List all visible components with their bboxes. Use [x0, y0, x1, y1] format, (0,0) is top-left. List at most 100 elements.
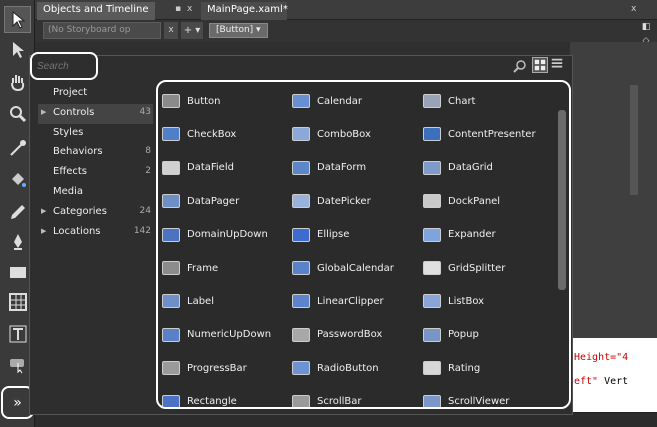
expand-arrow-icon[interactable]: ▶: [41, 104, 46, 121]
asset-checkbox[interactable]: CheckBox: [162, 124, 236, 144]
asset-scrollbar[interactable]: ScrollBar: [292, 392, 362, 407]
asset-grid-scrollbar[interactable]: [558, 110, 566, 290]
new-storyboard-button[interactable]: + ▾: [181, 22, 203, 39]
grid-layout-icon[interactable]: [4, 288, 31, 315]
pin-icon[interactable]: ▪: [175, 4, 181, 14]
close-panel-icon[interactable]: x: [187, 4, 192, 14]
asset-frame[interactable]: Frame: [162, 258, 218, 278]
direct-selection-tool-icon[interactable]: [4, 36, 31, 63]
category-label: Controls: [53, 106, 95, 118]
code-line-1: Height="4: [574, 352, 629, 363]
asset-expander[interactable]: Expander: [423, 225, 496, 245]
asset-chart[interactable]: Chart: [423, 91, 475, 111]
storyboard-picker[interactable]: (No Storyboard op: [43, 22, 161, 39]
asset-datapager[interactable]: DataPager: [162, 191, 239, 211]
double-chevron-right-icon: »: [13, 394, 22, 411]
tab-objects-and-timeline[interactable]: Objects and Timeline: [37, 2, 155, 20]
asset-datafield[interactable]: DataField: [162, 158, 234, 178]
frame-icon: [162, 261, 180, 275]
design-view-icon[interactable]: ◧: [639, 20, 653, 34]
expand-arrow-icon[interactable]: ▶: [41, 223, 46, 240]
asset-label: DataForm: [317, 162, 367, 174]
asset-domainupdown[interactable]: DomainUpDown: [162, 225, 268, 245]
asset-label: DataGrid: [448, 162, 493, 174]
popup-icon: [423, 327, 441, 342]
xaml-code-editor[interactable]: Height="4 eft" Vert: [572, 338, 657, 418]
asset-numericupdown[interactable]: NumericUpDown: [162, 325, 271, 345]
category-label: Media: [53, 185, 84, 197]
asset-passwordbox[interactable]: PasswordBox: [292, 325, 382, 345]
expand-arrow-icon[interactable]: ▶: [41, 203, 46, 220]
domainupdown-icon: [162, 227, 180, 242]
numericupdown-icon: [162, 327, 180, 342]
selection-tool-icon[interactable]: [4, 6, 31, 33]
asset-popup[interactable]: Popup: [423, 325, 479, 345]
designer-scrollbar[interactable]: [630, 85, 638, 195]
eyedropper-icon[interactable]: [4, 134, 31, 161]
category-behaviors[interactable]: Behaviors 8: [38, 143, 153, 163]
grid-view-toggle-icon[interactable]: [532, 57, 548, 73]
rating-icon: [423, 361, 441, 376]
category-project[interactable]: Project: [38, 84, 153, 104]
asset-dockpanel[interactable]: DockPanel: [423, 191, 500, 211]
design-surface[interactable]: [570, 42, 657, 382]
asset-label: ScrollViewer: [448, 396, 510, 408]
rectangle-tool-icon[interactable]: [4, 258, 31, 285]
radiobutton-icon: [292, 361, 310, 376]
list-view-toggle-icon[interactable]: [550, 57, 566, 73]
tab-mainpage-xaml[interactable]: MainPage.xaml*: [201, 2, 288, 20]
search-bar[interactable]: [98, 58, 556, 74]
breadcrumb-button[interactable]: [Button] ▾: [209, 23, 268, 38]
pan-hand-icon[interactable]: [4, 68, 31, 95]
asset-label: Rectangle: [187, 396, 237, 408]
asset-button[interactable]: Button: [162, 91, 221, 111]
pencil-icon[interactable]: [4, 198, 31, 225]
category-label: Styles: [53, 126, 84, 138]
asset-rectangle[interactable]: Rectangle: [162, 392, 237, 408]
close-document-icon[interactable]: x: [631, 4, 636, 14]
asset-scrollviewer[interactable]: ScrollViewer: [423, 392, 510, 408]
asset-datepicker[interactable]: DatePicker: [292, 191, 371, 211]
category-locations[interactable]: ▶ Locations 142: [38, 223, 153, 243]
text-tool-icon[interactable]: [4, 320, 31, 347]
asset-listbox[interactable]: ListBox: [423, 291, 484, 311]
pen-icon[interactable]: [4, 228, 31, 255]
asset-dataform[interactable]: DataForm: [292, 158, 366, 178]
asset-gridsplitter[interactable]: GridSplitter: [423, 258, 505, 278]
asset-combobox[interactable]: ComboBox: [292, 124, 371, 144]
asset-linearclipper[interactable]: LinearClipper: [292, 291, 384, 311]
listbox-icon: [423, 294, 441, 309]
asset-datagrid[interactable]: DataGrid: [423, 158, 493, 178]
category-label: Project: [53, 87, 88, 98]
category-effects[interactable]: Effects 2: [38, 163, 153, 183]
tab-label: MainPage.xaml*: [207, 4, 288, 15]
asset-label: DockPanel: [448, 195, 501, 207]
category-controls[interactable]: ▶ Controls 43: [38, 103, 153, 124]
search-input[interactable]: [30, 52, 98, 80]
asset-rating[interactable]: Rating: [423, 358, 480, 378]
datagrid-icon: [423, 160, 441, 175]
asset-calendar[interactable]: Calendar: [292, 91, 362, 111]
asset-label[interactable]: Label: [162, 291, 214, 311]
asset-label: Rating: [448, 362, 481, 374]
paint-bucket-icon[interactable]: [4, 166, 31, 193]
asset-radiobutton[interactable]: RadioButton: [292, 358, 379, 378]
asset-progressbar[interactable]: ProgressBar: [162, 358, 247, 378]
asset-label: Label: [187, 295, 214, 307]
asset-ellipse[interactable]: Ellipse: [292, 225, 349, 245]
scrollviewer-icon: [423, 394, 441, 407]
expander-icon: [423, 227, 441, 242]
button-control-icon[interactable]: [4, 350, 31, 377]
datapager-icon: [162, 194, 180, 209]
search-icon[interactable]: [513, 59, 527, 73]
asset-globalcalendar[interactable]: GlobalCalendar: [292, 258, 394, 278]
zoom-icon[interactable]: [4, 100, 31, 127]
category-styles[interactable]: Styles: [38, 124, 153, 144]
asset-contentpresenter[interactable]: ContentPresenter: [423, 124, 536, 144]
asset-label: ListBox: [448, 295, 485, 307]
category-media[interactable]: Media: [38, 183, 153, 203]
close-storyboard-button[interactable]: x: [164, 22, 178, 39]
datafield-icon: [162, 160, 180, 175]
category-label: Effects: [53, 166, 87, 178]
category-categories[interactable]: ▶ Categories 24: [38, 203, 153, 223]
